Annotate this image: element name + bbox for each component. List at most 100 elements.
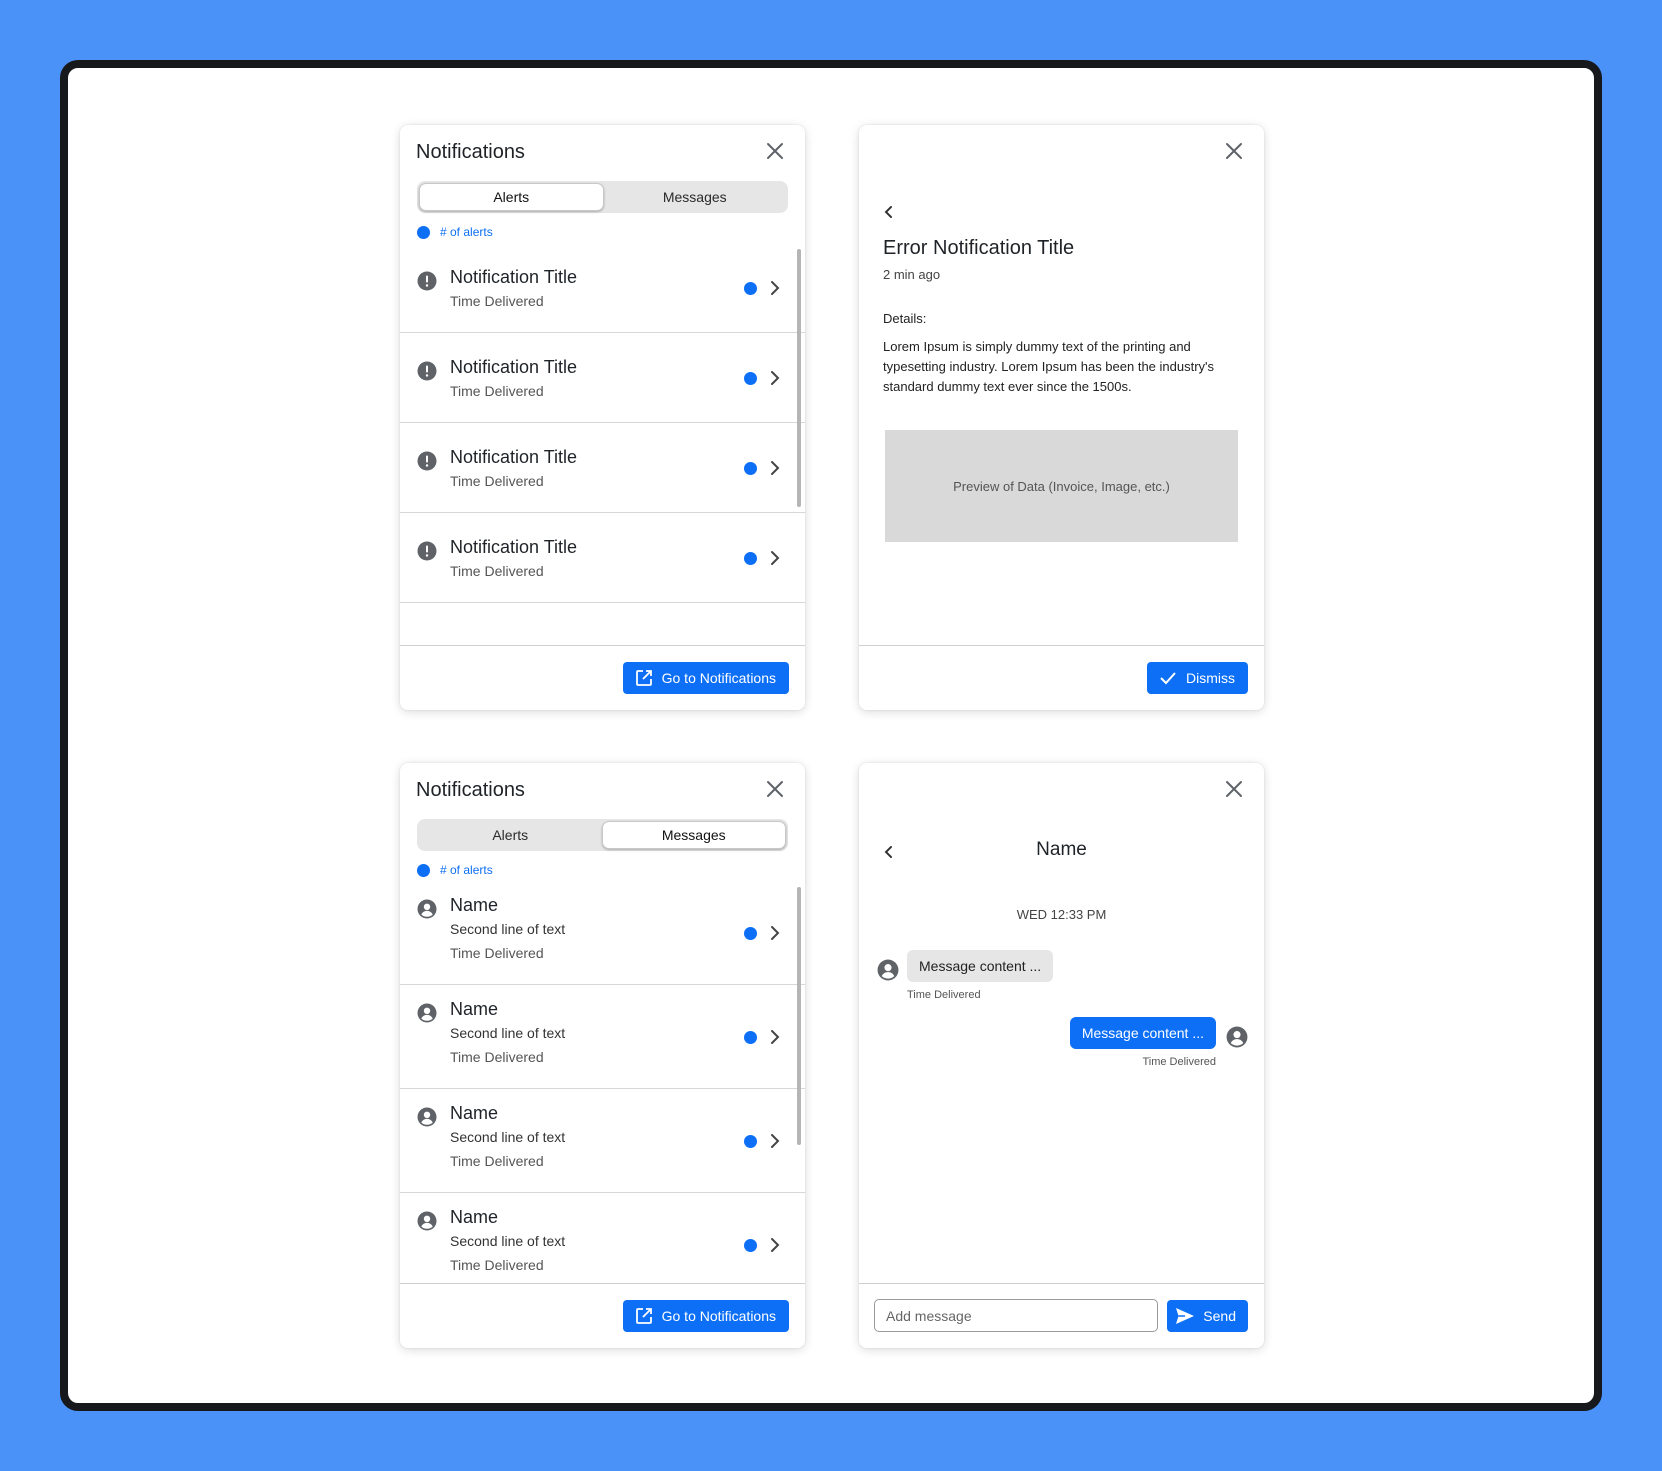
go-to-notifications-button[interactable]: Go to Notifications — [622, 662, 789, 694]
chevron-right-icon — [767, 369, 783, 387]
open-external-icon — [635, 1308, 652, 1324]
list-item[interactable]: Notification Title Time Delivered — [400, 243, 805, 333]
detail-title: Error Notification Title — [883, 237, 1075, 259]
close-icon[interactable] — [763, 777, 787, 801]
user-avatar-icon — [417, 899, 437, 919]
notification-time: Time Delivered — [450, 293, 544, 309]
notification-time: Time Delivered — [450, 563, 544, 579]
alert-icon — [417, 541, 437, 561]
tab-switcher: Alerts Messages — [417, 819, 788, 851]
message-preview: Second line of text — [450, 1025, 566, 1041]
message-time: Time Delivered — [450, 1257, 544, 1273]
notification-time: Time Delivered — [450, 383, 544, 399]
list-item[interactable]: Notification Title Time Delivered — [400, 423, 805, 513]
message-time: Time Delivered — [450, 1153, 544, 1169]
close-icon[interactable] — [763, 139, 787, 163]
go-to-notifications-button[interactable]: Go to Notifications — [622, 1300, 789, 1332]
panel-title: Notifications — [416, 779, 525, 801]
sender-name: Name — [450, 999, 499, 1019]
sender-name: Name — [450, 895, 499, 915]
notification-title: Notification Title — [450, 357, 578, 377]
panel-footer: Go to Notifications — [400, 645, 805, 710]
list-item[interactable]: Name Second line of text Time Delivered — [400, 881, 805, 985]
user-avatar-icon — [417, 1211, 437, 1231]
data-preview[interactable]: Preview of Data (Invoice, Image, etc.) — [885, 430, 1238, 542]
unread-dot-icon — [417, 863, 430, 877]
scrollbar[interactable] — [797, 887, 801, 1145]
list-item[interactable]: Name Second line of text Time Delivered — [400, 1089, 805, 1193]
dismiss-label: Dismiss — [1186, 670, 1235, 686]
chevron-right-icon — [767, 924, 783, 942]
alert-count-row: # of alerts — [417, 863, 493, 877]
chat-footer: Send — [859, 1283, 1264, 1348]
chat-panel: Name WED 12:33 PM Message content ... Ti… — [859, 763, 1264, 1348]
chat-date: WED 12:33 PM — [1016, 907, 1107, 922]
tab-alerts[interactable]: Alerts — [419, 821, 602, 849]
notifications-alerts-panel: Notifications Alerts Messages # of alert… — [400, 125, 805, 710]
go-to-notifications-label: Go to Notifications — [661, 1308, 776, 1324]
unread-dot-icon — [744, 1239, 757, 1252]
device-frame — [60, 60, 1602, 1411]
user-avatar-icon — [417, 1003, 437, 1023]
send-button[interactable]: Send — [1167, 1300, 1248, 1332]
notification-detail-panel: Error Notification Title 2 min ago Detai… — [859, 125, 1264, 710]
user-avatar-icon — [417, 1107, 437, 1127]
tab-messages[interactable]: Messages — [604, 183, 787, 211]
unread-dot-icon — [744, 462, 757, 475]
panel-footer: Dismiss — [859, 645, 1264, 710]
close-icon[interactable] — [1222, 777, 1246, 801]
tab-switcher: Alerts Messages — [417, 181, 788, 213]
chevron-right-icon — [767, 549, 783, 567]
notification-list: Notification Title Time Delivered Notifi… — [400, 243, 805, 646]
chat-contact-name: Name — [1036, 839, 1087, 860]
list-item[interactable]: Notification Title Time Delivered — [400, 513, 805, 603]
message-preview: Second line of text — [450, 921, 566, 937]
dismiss-button[interactable]: Dismiss — [1147, 662, 1248, 694]
unread-dot-icon — [744, 1031, 757, 1044]
list-item[interactable]: Name Second line of text Time Delivered — [400, 985, 805, 1089]
details-label: Details: — [883, 311, 927, 326]
alert-icon — [417, 361, 437, 381]
alert-count-row: # of alerts — [417, 225, 493, 239]
unread-dot-icon — [744, 282, 757, 295]
message-input[interactable] — [874, 1299, 1158, 1332]
message-preview: Second line of text — [450, 1129, 566, 1145]
chevron-right-icon — [767, 279, 783, 297]
chevron-right-icon — [767, 459, 783, 477]
alert-icon — [417, 271, 437, 291]
user-avatar-icon — [877, 959, 899, 981]
scrollbar[interactable] — [797, 249, 801, 507]
sender-name: Name — [450, 1103, 499, 1123]
panel-title: Notifications — [416, 141, 525, 163]
detail-body: Lorem Ipsum is simply dummy text of the … — [883, 339, 1215, 394]
unread-dot-icon — [744, 372, 757, 385]
notification-title: Notification Title — [450, 267, 578, 287]
check-icon — [1160, 672, 1176, 685]
outgoing-message-time: Time Delivered — [1142, 1056, 1216, 1068]
list-item[interactable]: Notification Title Time Delivered — [400, 333, 805, 423]
message-time: Time Delivered — [450, 1049, 544, 1065]
incoming-message: Message content ... — [907, 950, 1054, 982]
list-item[interactable]: Name Second line of text Time Delivered — [400, 1193, 805, 1284]
user-avatar-icon — [1226, 1026, 1248, 1048]
alert-count-label: # of alerts — [440, 225, 493, 239]
chevron-right-icon — [767, 1132, 783, 1150]
send-icon — [1176, 1308, 1195, 1324]
tab-messages[interactable]: Messages — [601, 821, 786, 849]
go-to-notifications-label: Go to Notifications — [661, 670, 776, 686]
alert-count-label: # of alerts — [440, 863, 493, 877]
alert-icon — [417, 451, 437, 471]
unread-dot-icon — [744, 552, 757, 565]
notification-time: Time Delivered — [450, 473, 544, 489]
message-preview: Second line of text — [450, 1233, 566, 1249]
tab-alerts[interactable]: Alerts — [419, 183, 604, 211]
sender-name: Name — [450, 1207, 499, 1227]
unread-dot-icon — [744, 1135, 757, 1148]
outgoing-message: Message content ... — [1069, 1017, 1216, 1049]
incoming-message-time: Time Delivered — [907, 989, 981, 1001]
chevron-left-icon[interactable] — [881, 203, 895, 221]
notification-title: Notification Title — [450, 537, 578, 557]
close-icon[interactable] — [1222, 139, 1246, 163]
unread-dot-icon — [417, 225, 430, 239]
send-label: Send — [1203, 1308, 1236, 1324]
